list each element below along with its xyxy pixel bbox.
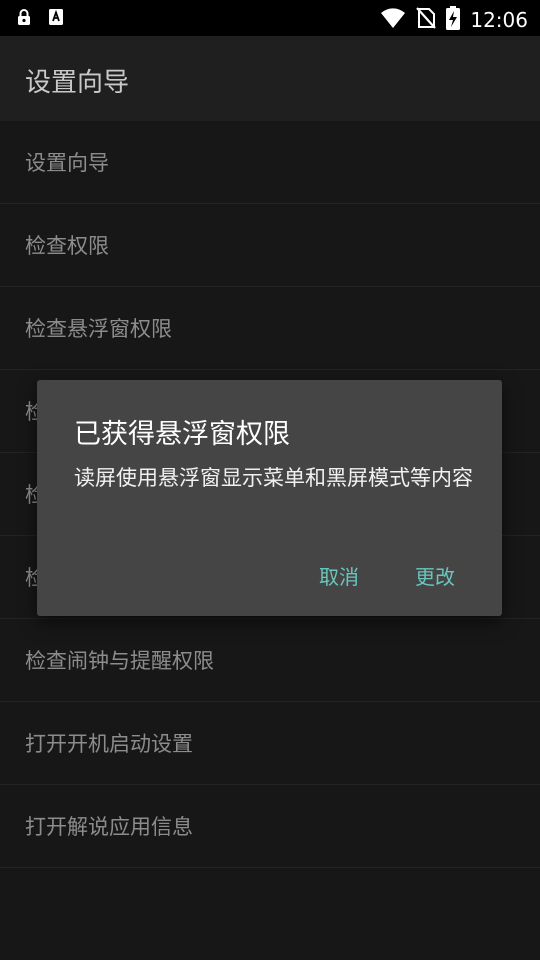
permission-dialog: 已获得悬浮窗权限 读屏使用悬浮窗显示菜单和黑屏模式等内容 取消 更改 [37,380,502,616]
list-item-label: 设置向导 [25,151,109,175]
dialog-message: 读屏使用悬浮窗显示菜单和黑屏模式等内容 [74,466,473,490]
page-title: 设置向导 [25,68,130,98]
list-item-label: 检查悬浮窗权限 [25,317,172,341]
list-item[interactable]: 检查悬浮窗权限 [0,287,540,370]
wifi-icon [380,7,406,33]
dialog-title: 已获得悬浮窗权限 [74,419,290,450]
lock-notification-icon [16,8,32,26]
list-item[interactable]: 检查权限 [0,204,540,287]
list-item[interactable]: 打开开机启动设置 [0,702,540,785]
cancel-button[interactable]: 取消 [319,561,359,590]
status-bar: 12:06 [0,0,540,36]
list-item-label: 打开解说应用信息 [25,815,193,839]
list-item[interactable]: 检查闹钟与提醒权限 [0,619,540,702]
list-item[interactable]: 打开解说应用信息 [0,785,540,868]
list-item[interactable]: 设置向导 [0,121,540,204]
list-item-label: 打开开机启动设置 [25,732,193,756]
no-sim-icon [416,6,437,34]
change-button[interactable]: 更改 [415,561,455,590]
app-bar: 设置向导 [0,36,540,121]
list-item-label: 检查闹钟与提醒权限 [25,649,214,673]
battery-charging-icon [446,6,461,34]
list-item-label: 检查权限 [25,234,109,258]
status-time: 12:06 [470,8,528,32]
accessibility-icon [48,8,64,26]
